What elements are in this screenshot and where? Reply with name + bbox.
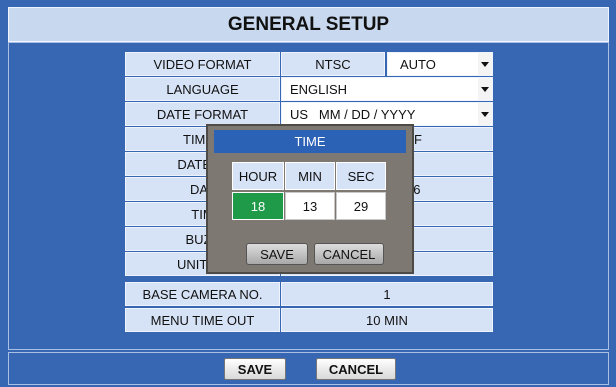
video-format-label: VIDEO FORMAT	[125, 52, 280, 76]
language-label: LANGUAGE	[125, 77, 280, 101]
save-button[interactable]: SAVE	[224, 358, 286, 380]
video-format-mode-select[interactable]: AUTO	[387, 52, 493, 76]
title-bar: GENERAL SETUP	[8, 7, 609, 42]
cancel-button[interactable]: CANCEL	[316, 358, 396, 380]
base-camera-no-value[interactable]: 1	[281, 282, 493, 306]
sec-field[interactable]: 29	[336, 192, 386, 220]
date-format-select[interactable]: US MM / DD / YYYY	[281, 102, 493, 126]
chevron-down-icon[interactable]	[478, 103, 492, 125]
footer-bar	[8, 352, 609, 385]
video-format-mode-value: AUTO	[400, 56, 436, 72]
time-save-button[interactable]: SAVE	[246, 243, 308, 265]
hour-field[interactable]: 18	[232, 192, 284, 220]
language-value: ENGLISH	[290, 81, 348, 97]
min-header: MIN	[285, 162, 335, 190]
chevron-down-icon[interactable]	[478, 78, 492, 100]
language-select[interactable]: ENGLISH	[281, 77, 493, 101]
page-title: GENERAL SETUP	[227, 13, 390, 35]
chevron-down-icon[interactable]	[478, 53, 492, 75]
min-field[interactable]: 13	[285, 192, 335, 220]
sec-header: SEC	[336, 162, 386, 190]
menu-time-out-label: MENU TIME OUT	[125, 308, 280, 332]
time-cancel-button[interactable]: CANCEL	[314, 243, 384, 265]
date-format-label: DATE FORMAT	[125, 102, 280, 126]
hour-header: HOUR	[232, 162, 284, 190]
time-dialog-title: TIME	[214, 130, 406, 153]
time-dialog: TIME HOUR MIN SEC 18 13 29 SAVE CANCEL	[206, 124, 414, 274]
video-format-value[interactable]: NTSC	[281, 52, 385, 76]
menu-time-out-value[interactable]: 10 MIN	[281, 308, 493, 332]
base-camera-no-label: BASE CAMERA NO.	[125, 282, 280, 306]
date-format-value: US MM / DD / YYYY	[290, 106, 416, 122]
